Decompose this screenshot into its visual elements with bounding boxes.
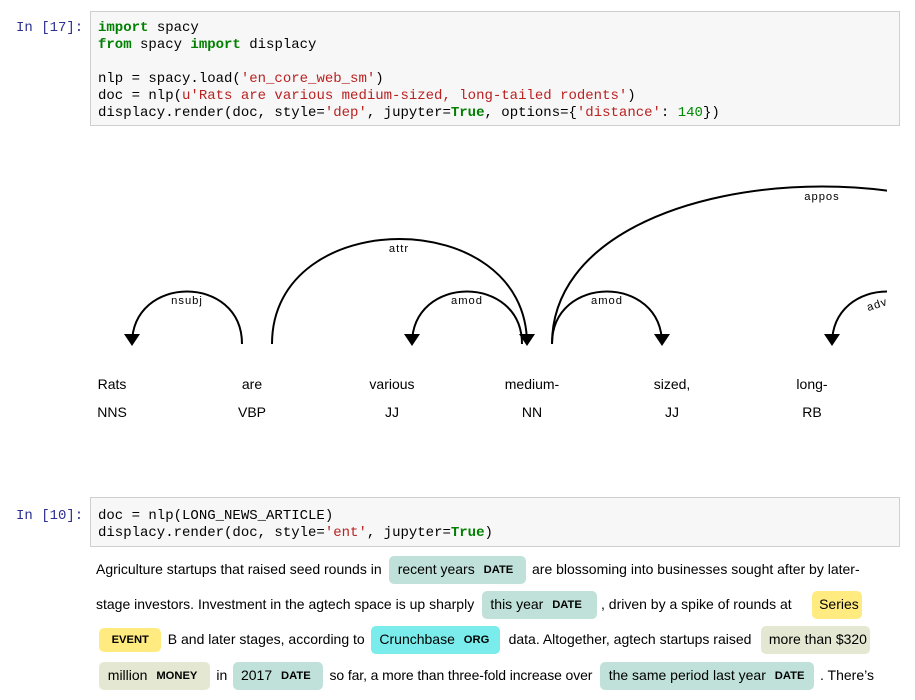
svg-text:attr: attr: [389, 243, 409, 255]
svg-text:RB: RB: [802, 404, 821, 420]
svg-text:long-: long-: [796, 376, 827, 392]
svg-text:sized,: sized,: [653, 376, 690, 392]
svg-text:amod: amod: [591, 295, 623, 307]
svg-text:Rats: Rats: [97, 376, 126, 392]
svg-text:NNS: NNS: [97, 404, 127, 420]
svg-text:medium-: medium-: [504, 376, 559, 392]
svg-text:various: various: [369, 376, 414, 392]
svg-text:NN: NN: [522, 404, 542, 420]
svg-text:amod: amod: [451, 295, 483, 307]
svg-text:are: are: [242, 376, 262, 392]
svg-text:JJ: JJ: [665, 404, 679, 420]
svg-text:VBP: VBP: [238, 404, 266, 420]
svg-text:appos: appos: [804, 191, 839, 203]
svg-text:nsubj: nsubj: [171, 295, 203, 307]
svg-text:JJ: JJ: [385, 404, 399, 420]
